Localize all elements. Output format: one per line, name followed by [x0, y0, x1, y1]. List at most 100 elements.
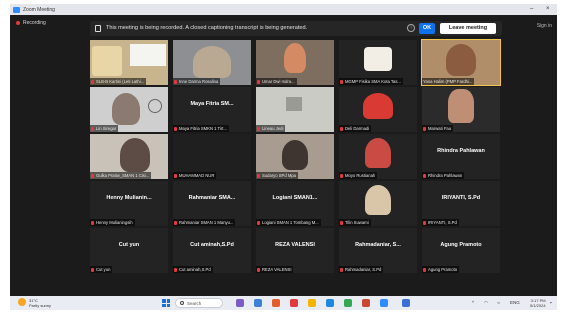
participant-name-tag: MUHAMMAD NUR — [173, 172, 217, 179]
muted-mic-icon — [91, 267, 94, 272]
participant-name-tag: Agung Pramoto — [422, 266, 460, 273]
participant-video — [363, 93, 393, 119]
participant-name-tag: Deli Darmadi — [339, 125, 372, 132]
notice-message: This meeting is being recorded. A closed… — [106, 25, 308, 31]
participant-tile[interactable]: Moyo Rustianah — [339, 134, 417, 179]
muted-mic-icon — [340, 267, 343, 272]
participant-tile[interactable]: REZA VALENSI REZA VALENSI — [256, 228, 334, 273]
participant-tile[interactable]: Logiani SMAN1... Logiani SMAN 1 Tombang … — [256, 181, 334, 226]
participant-tile[interactable]: Rahmaniar SMA... Rahmaniar SMAN 1 Manyu.… — [173, 181, 251, 226]
participant-tile[interactable]: IRIYANTI, S.Pd IRIYANTI, S.Pd — [422, 181, 500, 226]
participant-name-tag: Rahmaniar SMAN 1 Manyu... — [173, 219, 236, 226]
participant-name-tag: Tilin Suwarni — [339, 219, 371, 226]
participant-display-name: Logiani SMAN1... — [272, 195, 318, 201]
participant-name-tag: Sudaryo SPd Mpa — [256, 172, 298, 179]
muted-mic-icon — [257, 220, 260, 225]
participant-name-tag: Cut yun — [90, 266, 113, 273]
participant-tile[interactable]: Sudaryo SPd Mpa — [256, 134, 334, 179]
participant-tile[interactable]: Gulka Pratiw_SMAN 1 Cisi... — [90, 134, 168, 179]
muted-mic-icon — [423, 220, 426, 225]
zoom-meeting-taskbar-icon[interactable] — [402, 299, 410, 307]
close-icon[interactable]: × — [546, 6, 550, 12]
minimize-icon[interactable]: – — [530, 6, 533, 12]
participant-name-tag: Rhindra Pahlawan — [422, 172, 465, 179]
participant-tile[interactable]: Maya Fitria SM... Maya Fitria SMKN 1 Tir… — [173, 87, 251, 132]
participant-tile-active-speaker[interactable]: Yana Halim (PMP Fardhi... — [421, 39, 501, 86]
app-icon[interactable] — [290, 299, 298, 307]
participant-name-tag: Cut aminah,S.Pd — [173, 266, 213, 273]
muted-mic-icon — [340, 79, 343, 84]
leave-meeting-button[interactable]: Leave meeting — [440, 23, 496, 34]
participant-display-name: Rahmadaniar, S... — [355, 242, 401, 248]
zoom-taskbar-icon[interactable] — [380, 299, 388, 307]
participant-name-tag: Rahmadaniar, S.Pd — [339, 266, 384, 273]
weather-widget[interactable]: 31°C Partly sunny — [29, 298, 51, 308]
info-icon[interactable]: i — [407, 24, 415, 32]
taskbar-clock[interactable]: 3:17 PM 5/1/2024 — [530, 298, 546, 308]
notification-icon[interactable]: ▪ — [550, 300, 552, 305]
clock-date: 5/1/2024 — [530, 303, 546, 308]
participant-tile[interactable]: Marwati Fau — [422, 87, 500, 132]
tray-chevron-icon[interactable]: ^ — [472, 300, 474, 305]
muted-mic-icon — [174, 267, 177, 272]
participant-video — [193, 46, 231, 78]
recording-label: Recording — [23, 20, 46, 26]
muted-mic-icon — [257, 79, 260, 84]
participant-tile[interactable]: Umar Dwi Indra... — [256, 40, 334, 85]
participant-tile[interactable]: Henny Mulianin... Henny Mulianingsih — [90, 181, 168, 226]
chrome-icon[interactable] — [344, 299, 352, 307]
sign-in-link[interactable]: Sign in — [537, 23, 552, 29]
participant-tile[interactable]: Rahmadaniar, S... Rahmadaniar, S.Pd — [339, 228, 417, 273]
participant-video — [120, 138, 150, 172]
window-title: Zoom Meeting — [23, 6, 55, 13]
muted-mic-icon — [257, 267, 260, 272]
participant-video — [286, 97, 302, 111]
edge-icon[interactable] — [326, 299, 334, 307]
participant-video — [284, 43, 306, 73]
zoom-screen: Zoom Meeting – × Recording This meeting … — [10, 4, 557, 310]
language-indicator[interactable]: ENG — [510, 300, 520, 305]
browser-icon[interactable] — [272, 299, 280, 307]
office-icon[interactable] — [362, 299, 370, 307]
participant-tile[interactable]: Inne Darma Rosalina — [173, 40, 251, 85]
muted-mic-icon — [423, 267, 426, 272]
muted-mic-icon — [174, 173, 177, 178]
participant-video — [282, 140, 308, 170]
participant-tile[interactable]: Deli Darmadi — [339, 87, 417, 132]
participant-tile[interactable]: Cut aminah,S.Pd Cut aminah,S.Pd — [173, 228, 251, 273]
muted-mic-icon — [257, 173, 260, 178]
file-explorer-icon[interactable] — [254, 299, 262, 307]
closed-caption-icon — [95, 25, 101, 32]
participant-tile[interactable]: Agung Pramoto Agung Pramoto — [422, 228, 500, 273]
participant-tile[interactable]: Lin Siregar — [90, 87, 168, 132]
muted-mic-icon — [91, 220, 94, 225]
muted-mic-icon — [423, 126, 426, 131]
participant-name-tag: REZA VALENSI — [256, 266, 294, 273]
ok-button[interactable]: OK — [419, 23, 435, 34]
participant-display-name: Rhindra Pahlawan — [437, 148, 485, 154]
taskbar-search-box[interactable]: Search — [175, 298, 223, 308]
participant-gallery: SLB-B Kartini (Leti Lathi... Inne Darma … — [90, 39, 502, 275]
participant-video — [365, 185, 391, 215]
participant-name-tag: Logiani SMAN 1 Tombang M... — [256, 219, 321, 226]
participant-video — [92, 46, 122, 76]
participant-name-tag: Marwati Fau — [422, 125, 454, 132]
network-icon[interactable]: ◠ — [484, 300, 488, 306]
participant-tile[interactable]: SLB-B Kartini (Leti Lathi... — [90, 40, 168, 85]
participant-video — [112, 93, 140, 125]
participant-display-name: REZA VALENSI — [275, 242, 315, 248]
recording-indicator[interactable]: Recording — [16, 20, 46, 26]
participant-tile[interactable]: Rhindra Pahlawan Rhindra Pahlawan — [422, 134, 500, 179]
participant-tile[interactable]: Tilin Suwarni — [339, 181, 417, 226]
participant-display-name: Rahmaniar SMA... — [188, 195, 236, 201]
participant-tile[interactable]: Cut yun Cut yun — [90, 228, 168, 273]
participant-tile[interactable]: Lineau Jedi — [256, 87, 334, 132]
folder-icon[interactable] — [308, 299, 316, 307]
task-view-icon[interactable] — [236, 299, 244, 307]
windows-start-icon[interactable] — [162, 299, 170, 307]
participant-tile[interactable]: MUHAMMAD NUR — [173, 134, 251, 179]
weather-sun-icon[interactable] — [18, 298, 26, 306]
speaker-icon[interactable]: ◃ — [497, 300, 499, 306]
participant-name-tag: Inne Darma Rosalina — [173, 78, 221, 85]
participant-tile[interactable]: MGMP Fisika SMA Kota Tas... — [339, 40, 417, 85]
